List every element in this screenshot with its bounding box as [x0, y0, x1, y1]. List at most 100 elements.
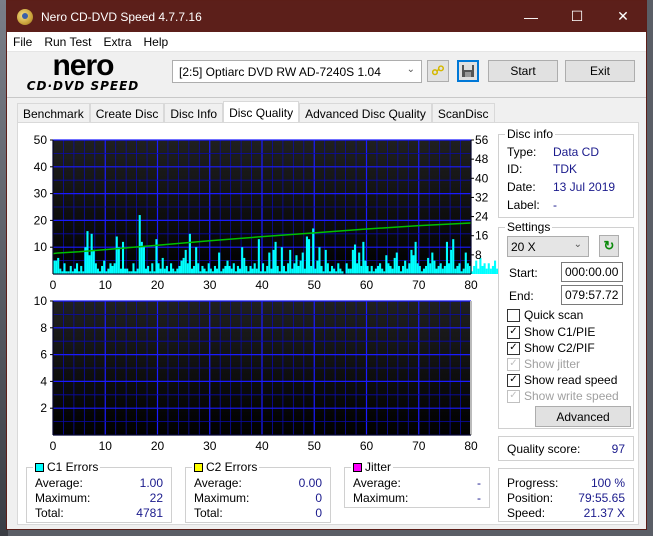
- c1-error-bar: [107, 268, 110, 274]
- x-tick-label: 70: [412, 278, 426, 292]
- y2-tick-label: 8: [475, 248, 482, 262]
- drive-info-button[interactable]: ☍: [427, 60, 449, 82]
- tab-benchmark[interactable]: Benchmark: [17, 103, 90, 123]
- c1-error-bar: [349, 268, 352, 274]
- c1-error-bar: [88, 255, 91, 274]
- c1-error-bar: [389, 265, 392, 274]
- c1-error-bar: [262, 263, 265, 274]
- tab-disc-info[interactable]: Disc Info: [164, 103, 224, 123]
- refresh-speed-button[interactable]: ↻: [599, 235, 619, 257]
- menu-extra[interactable]: Extra: [103, 35, 131, 49]
- c1-error-bar: [422, 268, 426, 274]
- x-tick-label: 70: [412, 439, 426, 453]
- c1-error-bar: [370, 265, 373, 274]
- menu-file[interactable]: File: [13, 35, 32, 49]
- minimize-button[interactable]: —: [508, 1, 554, 32]
- position-value: 79:55.65: [578, 491, 625, 505]
- advanced-button[interactable]: Advanced: [535, 406, 631, 427]
- exit-button[interactable]: Exit: [565, 60, 635, 82]
- c1-error-bar: [297, 265, 300, 274]
- c1-error-bar: [195, 247, 198, 274]
- c1-error-bar: [96, 268, 99, 274]
- c1-error-bar: [353, 244, 357, 274]
- c1-error-bar: [57, 257, 60, 274]
- c1-error-bar: [362, 241, 365, 274]
- c1-error-bar: [266, 265, 269, 274]
- c1-error-bar: [326, 263, 329, 274]
- y-tick-label: 2: [40, 401, 47, 415]
- c1-error-bar: [330, 265, 334, 274]
- checkbox-label: Show read speed: [524, 373, 618, 387]
- progress-group: Progress: 100 % Position: 79:55.65 Speed: 2…: [498, 468, 634, 522]
- start-time-input[interactable]: 000:00.00: [561, 262, 623, 282]
- quality-score-value: 97: [611, 442, 625, 456]
- save-button[interactable]: [457, 60, 479, 82]
- c1-error-bar: [55, 260, 58, 274]
- c1-error-bar: [485, 268, 488, 274]
- c1-error-bar: [491, 265, 494, 274]
- c1-error-bar: [182, 257, 185, 274]
- c1-error-bar: [299, 260, 302, 274]
- x-tick-label: 80: [464, 439, 478, 453]
- show-read-speed-checkbox[interactable]: ✓ Show read speed: [507, 373, 617, 387]
- c1-error-bar: [132, 263, 135, 274]
- c1-error-bar: [324, 249, 327, 274]
- c1-error-bar: [433, 260, 436, 274]
- show-write-speed-checkbox[interactable]: ✓ Show write speed: [507, 389, 619, 403]
- c1-error-bar: [94, 263, 97, 274]
- c1-error-bar: [454, 268, 457, 274]
- c1-error-bar: [178, 265, 181, 274]
- c1-error-bar: [305, 236, 308, 274]
- tab-create-disc[interactable]: Create Disc: [89, 103, 165, 123]
- y2-tick-label: 56: [475, 133, 489, 147]
- checkbox-label: Show jitter: [524, 357, 581, 371]
- id-label: ID:: [507, 162, 523, 176]
- c1-error-bar: [427, 257, 430, 274]
- settings-title: Settings: [505, 220, 553, 234]
- logo-bottom: CD·DVD SPEED: [26, 79, 140, 93]
- c1-error-bar: [197, 263, 200, 274]
- x-tick-label: 20: [151, 439, 165, 453]
- c1-error-bar: [188, 233, 191, 274]
- show-c2-pif-checkbox[interactable]: ✓ Show C2/PIF: [507, 341, 595, 355]
- c1-error-bar: [314, 268, 317, 274]
- c1-error-bar: [119, 268, 122, 274]
- c1-error-bar: [458, 263, 461, 274]
- drive-select[interactable]: [2:5] Optiarc DVD RW AD-7240S 1.04 ⌄: [172, 60, 422, 83]
- menu-run-test[interactable]: Run Test: [44, 35, 91, 49]
- speed-select[interactable]: 20 X ⌄: [507, 236, 589, 257]
- c1-error-bar: [251, 268, 254, 274]
- menu-help[interactable]: Help: [144, 35, 169, 49]
- start-button[interactable]: Start: [488, 60, 558, 82]
- c1-error-bar: [280, 247, 283, 274]
- c1-error-bar: [301, 252, 304, 274]
- c1-error-bar: [456, 265, 459, 274]
- c1-error-bar: [414, 241, 417, 274]
- show-c1-pie-checkbox[interactable]: ✓ Show C1/PIE: [507, 325, 595, 339]
- c1-error-bar: [410, 249, 413, 274]
- c1-error-bar: [364, 260, 367, 274]
- tab-advanced-disc-quality[interactable]: Advanced Disc Quality: [299, 103, 432, 123]
- y2-tick-label: 40: [475, 171, 489, 185]
- c1-error-bar: [391, 268, 394, 274]
- c1-error-bar: [448, 263, 451, 274]
- jitter-maximum-label: Maximum:: [353, 491, 409, 505]
- x-tick-label: 30: [203, 439, 217, 453]
- c1-error-bar: [268, 252, 271, 274]
- c1-error-bar: [481, 265, 484, 274]
- c1-error-bar: [416, 263, 419, 274]
- c1-error-bar: [287, 263, 290, 274]
- tab-scandisc[interactable]: ScanDisc: [431, 103, 495, 123]
- checkmark-icon: ✓: [507, 389, 520, 403]
- end-time-input[interactable]: 079:57.72: [561, 285, 623, 305]
- tab-disc-quality[interactable]: Disc Quality: [223, 101, 300, 123]
- c1-error-bar: [228, 265, 231, 274]
- maximize-button[interactable]: ☐: [554, 1, 600, 32]
- show-jitter-checkbox[interactable]: ✓ Show jitter: [507, 357, 580, 371]
- close-button[interactable]: ✕: [600, 1, 646, 32]
- c1-error-bar: [142, 247, 145, 274]
- jitter-maximum-value: -: [477, 491, 481, 505]
- c1-error-bar: [245, 265, 248, 274]
- quick-scan-checkbox[interactable]: Quick scan: [507, 308, 583, 322]
- c2-total-value: 0: [315, 506, 322, 520]
